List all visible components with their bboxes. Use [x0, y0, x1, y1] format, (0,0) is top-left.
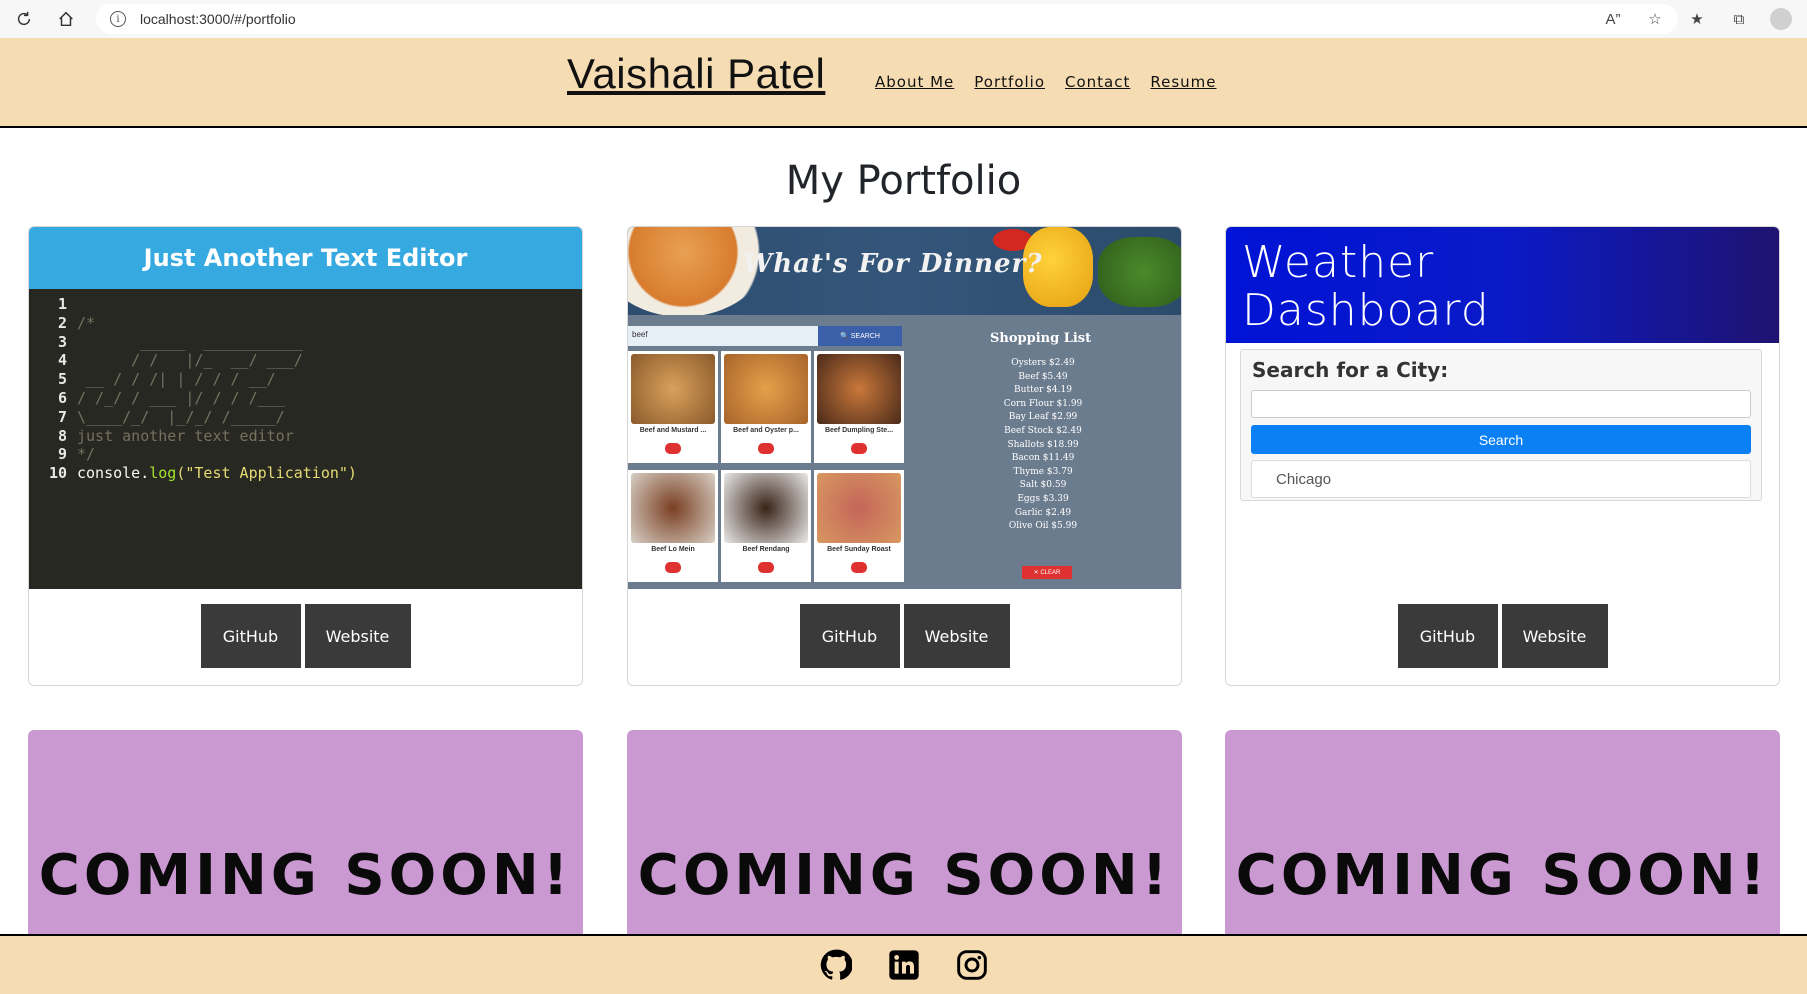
project-card-coming-soon: COMING SOON!	[1225, 730, 1780, 940]
url-text: localhost:3000/#/portfolio	[140, 11, 296, 27]
project-links: GitHub Website	[628, 604, 1181, 668]
collections-icon[interactable]: ⧉	[1727, 7, 1751, 31]
weather-search-button: Search	[1251, 425, 1751, 454]
food-image	[631, 354, 715, 424]
code-line: 4 / / |/_ __/ ___/	[57, 351, 303, 370]
food-card: Beef Rendang	[721, 470, 811, 582]
weather-search-label: Search for a City:	[1252, 358, 1449, 382]
food-image	[631, 473, 715, 543]
nav-contact[interactable]: Contact	[1065, 73, 1130, 91]
weather-title: Weather Dashboard	[1226, 227, 1779, 343]
site-footer	[0, 934, 1807, 994]
page-title: My Portfolio	[785, 158, 1022, 204]
profile-icon[interactable]	[1769, 7, 1793, 31]
site-header: Vaishali Patel About Me Portfolio Contac…	[0, 38, 1807, 128]
dinner-title: What's For Dinner?	[743, 249, 1043, 279]
github-button[interactable]: GitHub	[200, 604, 301, 668]
code-line: 9 */	[57, 445, 96, 464]
weather-history-city: Chicago	[1251, 460, 1751, 498]
project-links: GitHub Website	[1226, 604, 1779, 668]
weather-search-panel: Search for a City: Search Chicago	[1240, 349, 1762, 501]
browser-toolbar: i localhost:3000/#/portfolio A” ☆ ★ ⧉	[0, 0, 1807, 38]
project-card-coming-soon: COMING SOON!	[627, 730, 1182, 940]
address-bar[interactable]: i localhost:3000/#/portfolio	[96, 4, 1678, 34]
project-screenshot: What's For Dinner? beef 🔍 SEARCH Beef an…	[628, 227, 1181, 589]
code-line: 1	[57, 295, 67, 313]
website-button[interactable]: Website	[903, 604, 1010, 668]
dinner-app: beef 🔍 SEARCH Beef and Mustard ... Beef …	[628, 315, 1181, 589]
food-card: Beef Dumpling Ste...	[814, 351, 904, 463]
project-card-whats-for-dinner: What's For Dinner? beef 🔍 SEARCH Beef an…	[627, 226, 1182, 686]
site-info-icon[interactable]: i	[110, 11, 126, 27]
website-button[interactable]: Website	[304, 604, 411, 668]
food-card: Beef Lo Mein	[628, 470, 718, 582]
code-line: 10 console.log("Test Application")	[48, 464, 357, 483]
dinner-banner: What's For Dinner?	[628, 227, 1181, 317]
shopping-list-title: Shopping List	[990, 331, 1092, 346]
read-aloud-icon[interactable]: A”	[1601, 7, 1625, 31]
code-line: 2/*	[57, 313, 96, 332]
main-nav: About Me Portfolio Contact Resume	[875, 73, 1217, 91]
food-card: Beef and Oyster p...	[721, 351, 811, 463]
favorite-icon	[665, 562, 681, 573]
editor-code: 1 2/* 3 _____ ___________ 4 / / |/_ __/ …	[29, 289, 582, 589]
herb-image	[1098, 237, 1181, 307]
favorite-icon	[758, 562, 774, 573]
dinner-search-input: beef	[628, 326, 818, 346]
site-title[interactable]: Vaishali Patel	[567, 50, 825, 98]
weather-city-input	[1251, 390, 1751, 418]
code-line: 3 _____ ___________	[57, 332, 303, 351]
code-line: 5 __ / / /| | / / / __/	[57, 370, 276, 389]
food-card: Beef Sunday Roast	[814, 470, 904, 582]
coming-soon-text: COMING SOON!	[38, 843, 573, 908]
github-button[interactable]: GitHub	[1397, 604, 1498, 668]
project-screenshot: Just Another Text Editor 1 2/* 3 _____ _…	[29, 227, 582, 589]
coming-soon-text: COMING SOON!	[637, 843, 1172, 908]
linkedin-icon[interactable]	[888, 949, 920, 981]
github-icon[interactable]	[820, 949, 852, 981]
food-image	[817, 354, 901, 424]
project-links: GitHub Website	[29, 604, 582, 668]
favorites-icon[interactable]: ★	[1685, 7, 1709, 31]
favorite-icon	[851, 562, 867, 573]
shopping-list: Oysters $2.49 Beef $5.49 Butter $4.19 Co…	[1003, 358, 1083, 532]
dinner-search-button: 🔍 SEARCH	[818, 326, 902, 346]
coming-soon-text: COMING SOON!	[1235, 843, 1770, 908]
nav-about-me[interactable]: About Me	[875, 73, 954, 91]
code-line: 8 just another text editor	[57, 426, 294, 445]
browser-actions: A” ☆ ★ ⧉	[1601, 0, 1793, 38]
project-card-coming-soon: COMING SOON!	[28, 730, 583, 940]
reload-icon[interactable]	[6, 4, 42, 34]
food-card: Beef and Mustard ...	[628, 351, 718, 463]
project-card-text-editor: Just Another Text Editor 1 2/* 3 _____ _…	[28, 226, 583, 686]
code-line: 6/ /_/ / ___ |/ / / /___	[57, 388, 285, 407]
editor-title: Just Another Text Editor	[29, 227, 582, 289]
favorite-icon	[758, 443, 774, 454]
project-screenshot: Weather Dashboard Search for a City: Sea…	[1226, 227, 1779, 589]
instagram-icon[interactable]	[956, 949, 988, 981]
favorite-star-icon[interactable]: ☆	[1643, 7, 1667, 31]
clear-list-button: ✕ CLEAR	[1022, 566, 1072, 579]
food-image	[724, 354, 808, 424]
website-button[interactable]: Website	[1501, 604, 1608, 668]
food-image	[817, 473, 901, 543]
favorite-icon	[665, 443, 681, 454]
food-image	[724, 473, 808, 543]
home-icon[interactable]	[48, 4, 84, 34]
nav-portfolio[interactable]: Portfolio	[974, 73, 1045, 91]
code-line: 7 \____/_/ |_/_/ /_____/	[57, 407, 285, 426]
favorite-icon	[851, 443, 867, 454]
github-button[interactable]: GitHub	[799, 604, 900, 668]
project-card-weather-dashboard: Weather Dashboard Search for a City: Sea…	[1225, 226, 1780, 686]
nav-resume[interactable]: Resume	[1150, 73, 1216, 91]
